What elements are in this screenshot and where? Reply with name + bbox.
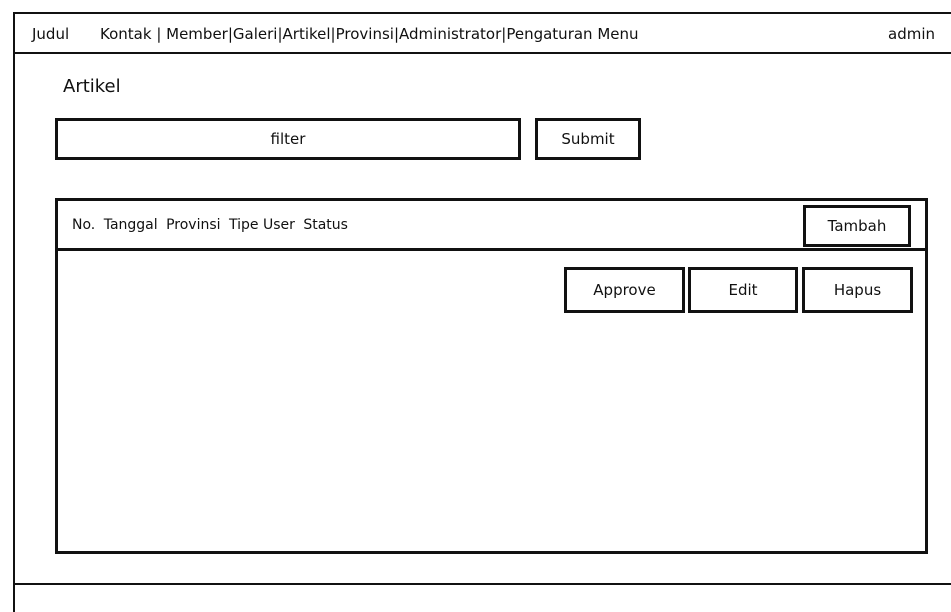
- nav-member[interactable]: Member: [166, 25, 228, 43]
- article-table: No. Tanggal Provinsi Tipe User Status Ta…: [55, 198, 928, 554]
- brand-title[interactable]: Judul: [32, 25, 69, 43]
- column-header-tipe-user: Tipe User: [229, 217, 295, 233]
- nav-artikel[interactable]: Artikel: [283, 25, 331, 43]
- delete-button[interactable]: Hapus: [802, 267, 913, 313]
- filter-input[interactable]: filter: [55, 118, 521, 160]
- footer-divider: [13, 583, 951, 585]
- approve-button[interactable]: Approve: [564, 267, 685, 313]
- submit-button[interactable]: Submit: [535, 118, 641, 160]
- nav-provinsi[interactable]: Provinsi: [336, 25, 394, 43]
- column-header-provinsi: Provinsi: [166, 217, 221, 233]
- top-navbar: Judul Kontak | Member|Galeri|Artikel|Pro…: [15, 14, 951, 54]
- column-header-tanggal: Tanggal: [103, 217, 158, 233]
- nav-administrator[interactable]: Administrator: [399, 25, 501, 43]
- column-headers: No. Tanggal Provinsi Tipe User Status: [72, 217, 352, 233]
- nav-separator: |: [151, 25, 167, 43]
- nav-kontak[interactable]: Kontak: [100, 25, 152, 43]
- nav-galeri[interactable]: Galeri: [233, 25, 278, 43]
- column-header-status: Status: [303, 217, 348, 233]
- nav-pengaturan-menu[interactable]: Pengaturan Menu: [506, 25, 638, 43]
- edit-button[interactable]: Edit: [688, 267, 798, 313]
- page-title: Artikel: [63, 76, 121, 97]
- user-menu[interactable]: admin: [888, 25, 935, 43]
- table-header: No. Tanggal Provinsi Tipe User Status Ta…: [58, 201, 925, 251]
- main-nav: Kontak | Member|Galeri|Artikel|Provinsi|…: [100, 25, 639, 43]
- add-button[interactable]: Tambah: [803, 205, 911, 247]
- column-header-no: No.: [72, 217, 96, 233]
